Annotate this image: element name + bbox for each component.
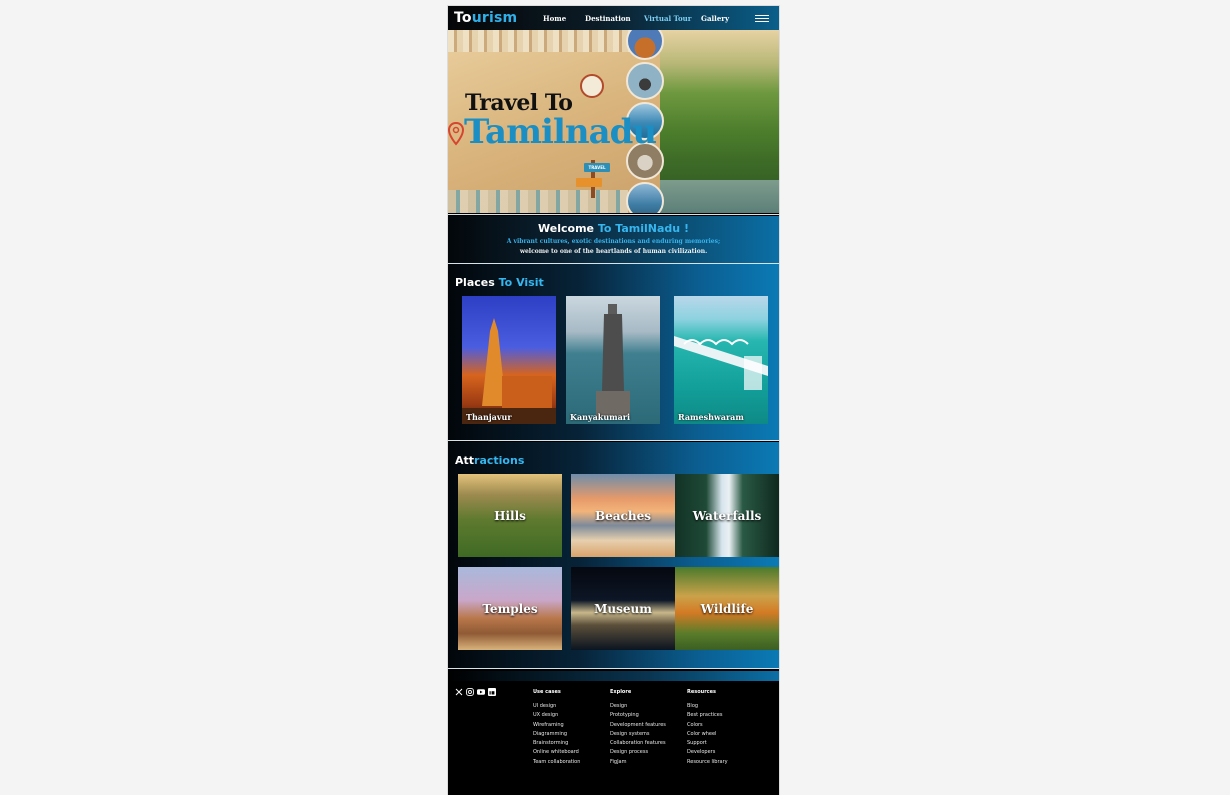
footer: Use cases UI design UX design Wireframin… [448, 681, 779, 795]
footer-link[interactable]: UX design [533, 712, 580, 721]
places-title-prefix: Places [455, 276, 495, 289]
attractions-title-highlight: ractions [474, 454, 525, 467]
attraction-card-wildlife[interactable]: Wildlife [675, 567, 779, 650]
welcome-subtitle-line1: A vibrant cultures, exotic destinations … [506, 238, 721, 245]
footer-link[interactable]: Design process [610, 749, 666, 758]
attraction-card-temples[interactable]: Temples [458, 567, 562, 650]
footer-band [448, 671, 779, 681]
places-to-visit-section: Places To Visit Thanjavur Kanyakumari Ra… [448, 264, 779, 440]
statue-circle-photo [626, 62, 664, 100]
linkedin-icon[interactable] [488, 688, 496, 696]
footer-link[interactable]: Resource library [687, 759, 728, 768]
nav-destination[interactable]: Destination [585, 14, 631, 23]
attraction-label: Wildlife [700, 601, 754, 616]
footer-link[interactable]: Collaboration features [610, 740, 666, 749]
logo-prefix: To [454, 10, 472, 26]
attraction-label: Temples [482, 601, 538, 616]
section-title-places: Places To Visit [455, 276, 544, 289]
x-icon[interactable] [455, 688, 463, 696]
attraction-label: Hills [494, 508, 526, 523]
place-card-kanyakumari[interactable]: Kanyakumari [566, 296, 660, 424]
footer-link[interactable]: Team collaboration [533, 759, 580, 768]
footer-heading: Resources [687, 689, 717, 695]
sign-text: TRAVEL [584, 163, 610, 172]
footer-link[interactable]: FigJam [610, 759, 666, 768]
youtube-icon[interactable] [477, 688, 485, 696]
place-card-thanjavur[interactable]: Thanjavur [462, 296, 556, 424]
welcome-title-prefix: Welcome [538, 222, 594, 235]
nav-home[interactable]: Home [543, 14, 566, 23]
location-pin-icon [448, 122, 464, 146]
section-title-attractions: Attractions [455, 454, 524, 467]
footer-link[interactable]: Colors [687, 722, 728, 731]
footer-link[interactable]: Wireframing [533, 722, 580, 731]
attraction-label: Beaches [595, 508, 651, 523]
footer-link[interactable]: Best practices [687, 712, 728, 721]
divider [448, 668, 779, 669]
footer-link[interactable]: Developers [687, 749, 728, 758]
attraction-card-museum[interactable]: Museum [571, 567, 675, 650]
place-label: Rameshwaram [678, 412, 744, 422]
attractions-section: Attractions Hills Beaches Waterfalls Tem… [448, 442, 779, 668]
hero-title-line2: Tamilnadu [464, 112, 657, 152]
attractions-title-prefix: Att [455, 454, 475, 467]
logo[interactable]: Tourism [454, 10, 517, 26]
lake-photo [660, 180, 779, 213]
welcome-section: Welcome To TamilNadu ! A vibrant culture… [448, 216, 779, 264]
welcome-title: Welcome To TamilNadu ! [448, 222, 779, 235]
attraction-label: Museum [594, 601, 652, 616]
footer-link[interactable]: Diagramming [533, 731, 580, 740]
attraction-card-hills[interactable]: Hills [458, 474, 562, 557]
welcome-title-highlight: To TamilNadu ! [597, 222, 689, 235]
tourism-page: Tourism Home Destination Virtual Tour Ga… [448, 6, 779, 795]
place-label: Kanyakumari [570, 412, 631, 422]
logo-suffix: urism [471, 10, 518, 26]
attraction-label: Waterfalls [692, 508, 762, 523]
place-card-rameshwaram[interactable]: Rameshwaram [674, 296, 768, 424]
footer-link[interactable]: UI design [533, 703, 580, 712]
temple-circle-photo [626, 30, 664, 60]
attraction-card-beaches[interactable]: Beaches [571, 474, 675, 557]
footer-heading: Use cases [533, 689, 561, 695]
footer-heading: Explore [610, 689, 632, 695]
coast-circle-photo [626, 182, 664, 213]
top-navbar: Tourism Home Destination Virtual Tour Ga… [448, 6, 779, 30]
nav-gallery[interactable]: Gallery [701, 14, 729, 23]
footer-column-explore: Explore Design Prototyping Development f… [610, 689, 666, 768]
divider [448, 440, 779, 441]
attraction-card-waterfalls[interactable]: Waterfalls [675, 474, 779, 557]
hero-banner: Travel To Tamilnadu TRAVEL [448, 30, 779, 213]
footer-column-use-cases: Use cases UI design UX design Wireframin… [533, 689, 580, 768]
welcome-subtitle-line2: welcome to one of the heartlands of huma… [519, 248, 708, 255]
hamburger-menu-icon[interactable] [755, 15, 769, 24]
footer-link[interactable]: Blog [687, 703, 728, 712]
footer-link[interactable]: Online whiteboard [533, 749, 580, 758]
statue-illustration [596, 304, 630, 417]
compass-icon [580, 74, 604, 98]
temple-tower-illustration [462, 318, 556, 424]
footer-link[interactable]: Prototyping [610, 712, 666, 721]
places-title-highlight: To Visit [498, 276, 544, 289]
nav-virtual-tour[interactable]: Virtual Tour [644, 14, 691, 23]
place-label: Thanjavur [466, 412, 512, 422]
footer-link[interactable]: Development features [610, 722, 666, 731]
divider [448, 214, 779, 215]
footer-link[interactable]: Design systems [610, 731, 666, 740]
travel-signpost-icon: TRAVEL [576, 158, 612, 198]
bridge-illustration [674, 336, 768, 390]
footer-link[interactable]: Design [610, 703, 666, 712]
footer-link[interactable]: Color wheel [687, 731, 728, 740]
footer-link[interactable]: Support [687, 740, 728, 749]
footer-column-resources: Resources Blog Best practices Colors Col… [687, 689, 728, 768]
footer-link[interactable]: Brainstorming [533, 740, 580, 749]
instagram-icon[interactable] [466, 688, 474, 696]
